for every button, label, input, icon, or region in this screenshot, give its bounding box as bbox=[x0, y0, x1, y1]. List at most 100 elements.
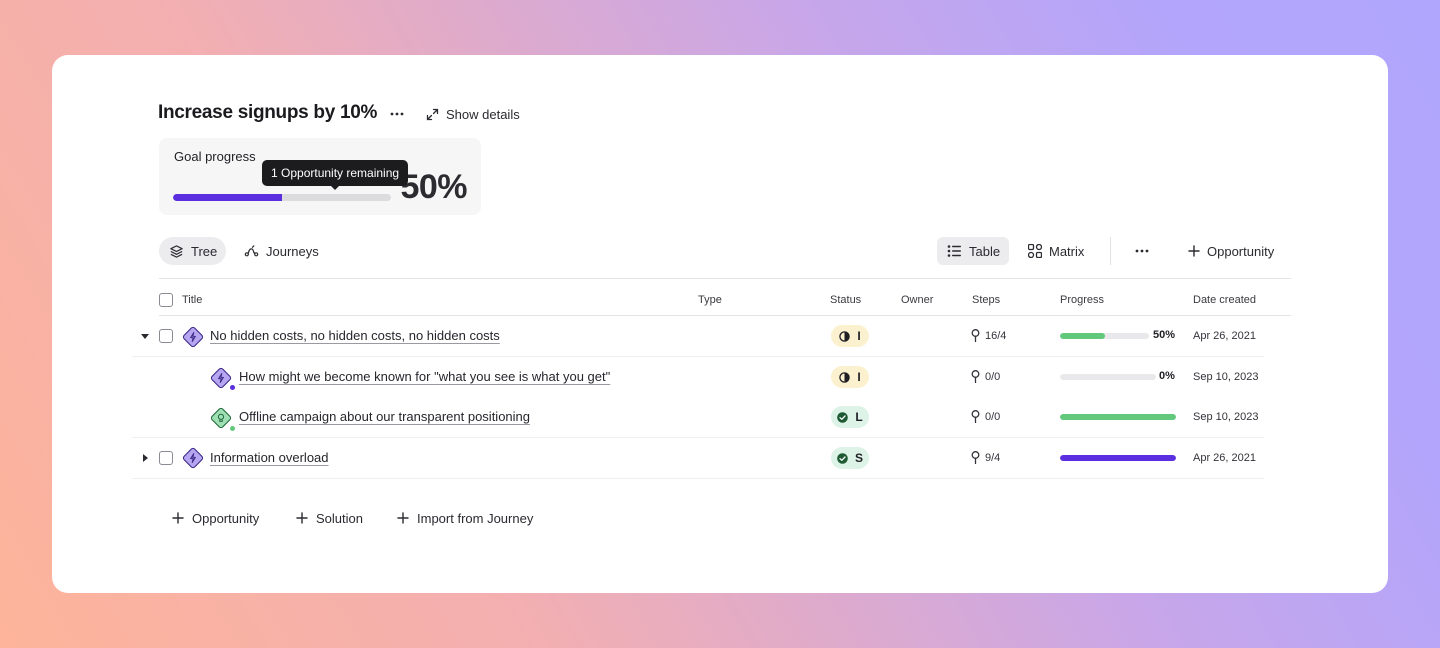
row-progress-fill bbox=[1060, 414, 1176, 420]
status-letter: L bbox=[855, 410, 863, 424]
plus-icon bbox=[1188, 245, 1200, 257]
toolbar-more-button[interactable] bbox=[1131, 240, 1153, 262]
steps-cell: 16/4 bbox=[971, 329, 1006, 342]
toolbar-divider bbox=[1110, 237, 1111, 265]
row-divider bbox=[132, 478, 1264, 479]
table-header-divider bbox=[159, 315, 1291, 316]
steps-cell: 9/4 bbox=[971, 451, 1000, 464]
list-icon bbox=[947, 245, 961, 257]
plus-icon bbox=[296, 512, 308, 524]
import-from-journey-button[interactable]: Import from Journey bbox=[397, 506, 533, 530]
status-letter: I bbox=[857, 370, 861, 384]
tab-tree-label: Tree bbox=[191, 243, 218, 259]
layers-icon bbox=[170, 244, 183, 258]
journey-icon bbox=[244, 244, 259, 256]
goal-progress-bar bbox=[173, 194, 391, 201]
tab-journeys[interactable]: Journeys bbox=[234, 237, 328, 265]
check-circle-icon bbox=[837, 411, 849, 423]
add-opportunity-button[interactable]: Opportunity bbox=[1178, 237, 1283, 265]
plus-icon bbox=[397, 512, 409, 524]
row-date: Apr 26, 2021 bbox=[1193, 330, 1256, 342]
steps-cell: 0/0 bbox=[971, 370, 1000, 383]
add-opportunity-label: Opportunity bbox=[1207, 243, 1275, 259]
row-title[interactable]: No hidden costs, no hidden costs, no hid… bbox=[210, 328, 500, 343]
column-header-type[interactable]: Type bbox=[698, 294, 722, 306]
row-progress-percent: 0% bbox=[1159, 370, 1175, 382]
steps-value: 0/0 bbox=[985, 410, 1001, 423]
steps-cell: 0/0 bbox=[971, 410, 1000, 423]
status-badge[interactable]: L bbox=[831, 406, 869, 428]
row-title[interactable]: Offline campaign about our transparent p… bbox=[239, 409, 530, 424]
connector-dot bbox=[230, 385, 235, 390]
column-header-progress[interactable]: Progress bbox=[1060, 294, 1104, 306]
tab-journeys-label: Journeys bbox=[266, 243, 319, 259]
opportunity-icon bbox=[182, 326, 204, 348]
ellipsis-icon bbox=[390, 112, 404, 116]
pin-icon bbox=[971, 451, 980, 464]
show-details-button[interactable]: Show details bbox=[426, 103, 520, 125]
row-expand-caret[interactable] bbox=[143, 454, 148, 462]
goal-card: Increase signups by 10% Show details Goa… bbox=[52, 55, 1388, 593]
column-header-date-created[interactable]: Date created bbox=[1193, 294, 1256, 306]
half-circle-icon bbox=[839, 371, 851, 383]
steps-value: 16/4 bbox=[985, 329, 1007, 342]
goal-progress-label: Goal progress bbox=[174, 149, 256, 164]
goal-progress-fill bbox=[173, 194, 282, 201]
ellipsis-icon bbox=[1135, 249, 1149, 253]
row-collapse-caret[interactable] bbox=[141, 334, 149, 339]
status-badge[interactable]: S bbox=[831, 447, 869, 469]
tab-tree[interactable]: Tree bbox=[159, 237, 227, 265]
tooltip-arrow bbox=[330, 185, 340, 190]
pin-icon bbox=[971, 410, 980, 423]
connector-dot bbox=[230, 426, 235, 431]
row-date: Sep 10, 2023 bbox=[1193, 371, 1259, 383]
add-solution-label: Solution bbox=[316, 510, 363, 526]
row-progress-fill bbox=[1060, 455, 1176, 461]
row-title[interactable]: Information overload bbox=[210, 450, 329, 465]
view-table-button[interactable]: Table bbox=[937, 237, 1010, 265]
check-circle-icon bbox=[837, 452, 848, 464]
show-details-label: Show details bbox=[446, 106, 520, 122]
pin-icon bbox=[971, 370, 980, 383]
opportunity-icon bbox=[182, 447, 204, 469]
row-date: Apr 26, 2021 bbox=[1193, 452, 1256, 464]
steps-value: 0/0 bbox=[985, 370, 1001, 383]
add-solution-button[interactable]: Solution bbox=[296, 506, 363, 530]
expand-icon bbox=[426, 108, 439, 120]
column-header-title[interactable]: Title bbox=[182, 294, 202, 306]
progress-tooltip: 1 Opportunity remaining bbox=[262, 160, 409, 186]
column-header-status[interactable]: Status bbox=[830, 294, 861, 306]
status-badge[interactable]: I bbox=[831, 366, 869, 388]
view-matrix-button[interactable]: Matrix bbox=[1018, 237, 1093, 265]
plus-icon bbox=[172, 512, 184, 524]
matrix-icon bbox=[1028, 244, 1042, 258]
view-matrix-label: Matrix bbox=[1049, 243, 1085, 259]
add-opportunity-footer-label: Opportunity bbox=[192, 510, 260, 526]
row-checkbox[interactable] bbox=[159, 451, 173, 465]
row-date: Sep 10, 2023 bbox=[1193, 411, 1259, 423]
view-table-label: Table bbox=[969, 243, 1001, 259]
row-title[interactable]: How might we become known for "what you … bbox=[239, 369, 610, 384]
row-divider bbox=[132, 356, 1264, 357]
title-more-button[interactable] bbox=[386, 103, 408, 125]
add-opportunity-footer-button[interactable]: Opportunity bbox=[172, 506, 259, 530]
pin-icon bbox=[971, 329, 980, 342]
page-title: Increase signups by 10% bbox=[158, 102, 378, 123]
row-progress-percent: 50% bbox=[1153, 329, 1176, 341]
status-badge[interactable]: I bbox=[831, 325, 869, 347]
row-progress-bar bbox=[1060, 333, 1149, 339]
half-circle-icon bbox=[839, 330, 851, 342]
column-header-owner[interactable]: Owner bbox=[901, 294, 933, 306]
goal-progress-percent: 50% bbox=[400, 168, 467, 206]
row-progress-bar bbox=[1060, 374, 1156, 380]
row-progress-bar bbox=[1060, 455, 1176, 461]
column-header-steps[interactable]: Steps bbox=[972, 294, 1000, 306]
row-progress-fill bbox=[1060, 333, 1105, 339]
row-checkbox[interactable] bbox=[159, 329, 173, 343]
select-all-checkbox[interactable] bbox=[159, 293, 173, 307]
status-letter: S bbox=[854, 451, 863, 465]
row-divider bbox=[132, 437, 1264, 438]
steps-value: 9/4 bbox=[985, 451, 1001, 464]
row-progress-bar bbox=[1060, 414, 1176, 420]
table-top-divider bbox=[159, 278, 1291, 279]
